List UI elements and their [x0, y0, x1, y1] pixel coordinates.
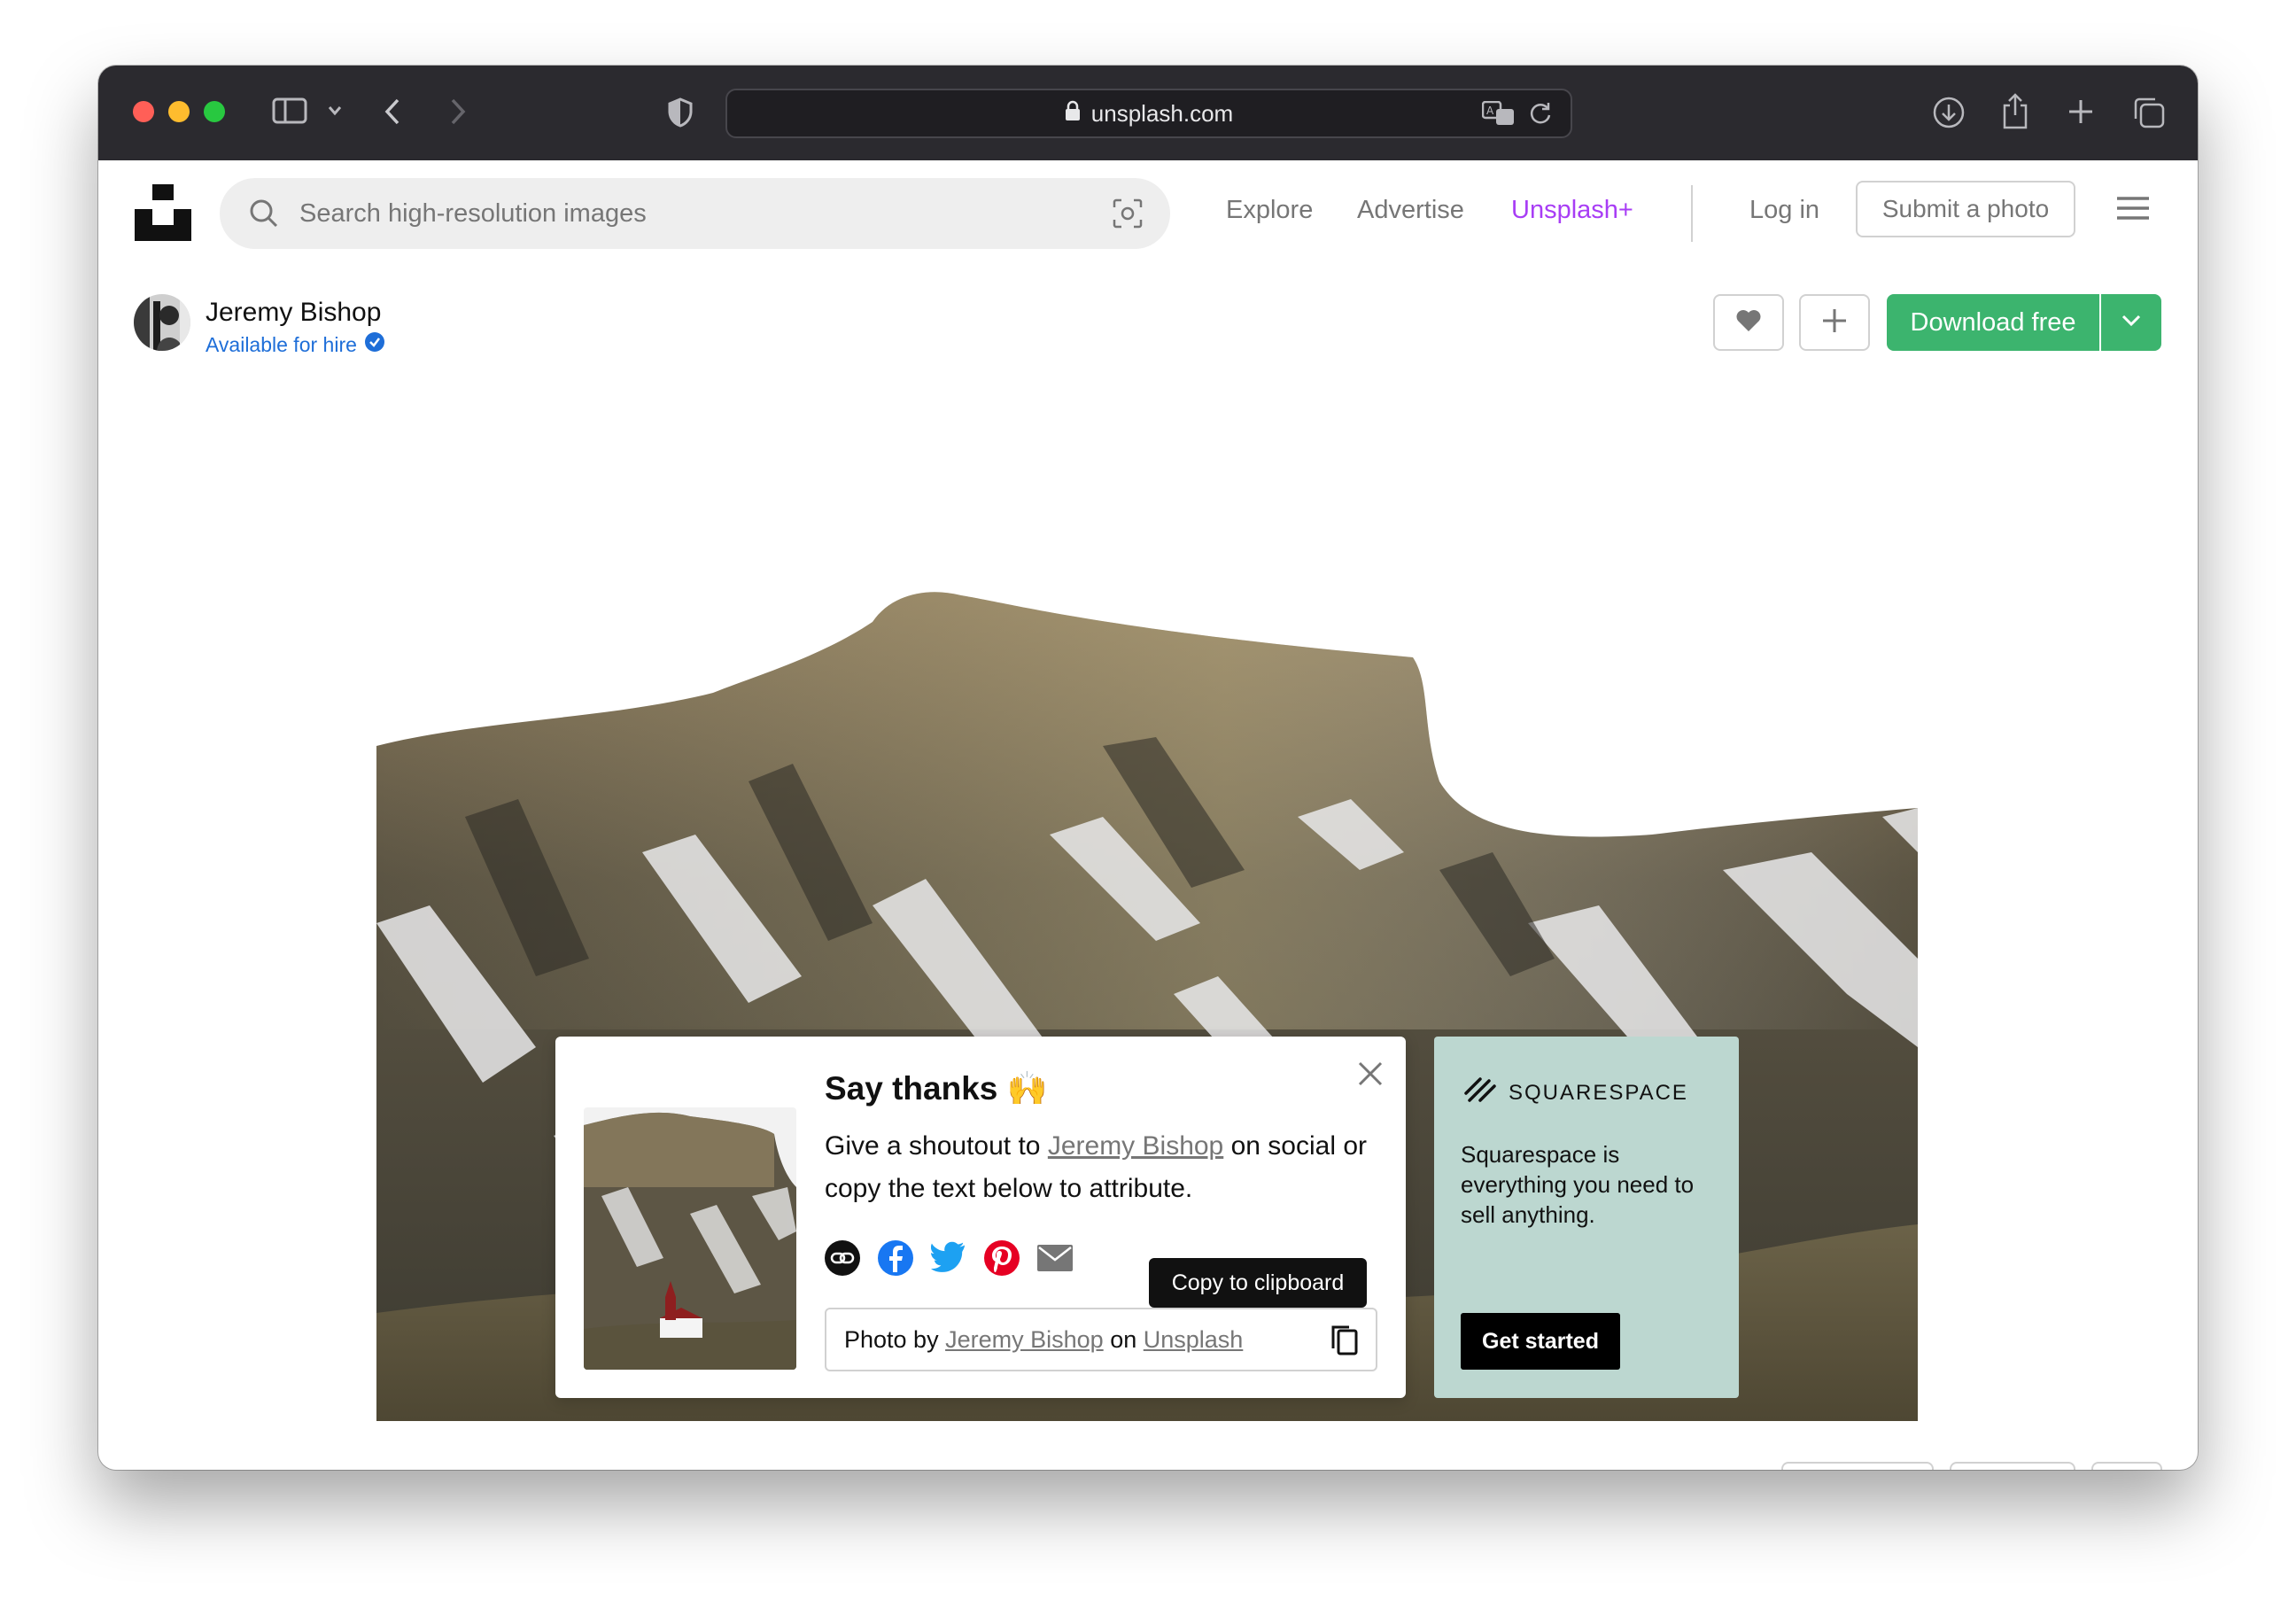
- minimize-window-button[interactable]: [168, 101, 190, 122]
- forward-arrow-icon[interactable]: [449, 97, 467, 126]
- hire-label: Available for hire: [206, 332, 357, 356]
- dialog-description: Give a shoutout to Jeremy Bishop on soci…: [825, 1131, 1367, 1203]
- unsplash-logo[interactable]: [135, 184, 191, 241]
- plus-icon: [1821, 307, 1848, 338]
- search-icon: [248, 198, 280, 234]
- new-tab-plus-icon[interactable]: [2067, 97, 2095, 126]
- nav-explore[interactable]: Explore: [1226, 196, 1313, 225]
- svg-text:A: A: [1486, 105, 1494, 117]
- address-bar[interactable]: unsplash.com A: [725, 89, 1572, 138]
- verified-badge-icon: [364, 331, 385, 358]
- back-arrow-icon[interactable]: [384, 97, 401, 126]
- close-icon[interactable]: [1356, 1060, 1385, 1092]
- download-options-button[interactable]: [2101, 294, 2161, 351]
- downloads-icon[interactable]: [1932, 96, 1966, 129]
- translate-icon[interactable]: A: [1482, 101, 1516, 126]
- browser-toolbar: unsplash.com A: [98, 66, 2198, 160]
- bottom-action-button[interactable]: [2091, 1462, 2162, 1470]
- say-thanks-dialog: Say thanks 🙌 Give a shoutout to Jeremy B…: [555, 1037, 1406, 1398]
- twitter-icon[interactable]: [929, 1239, 968, 1278]
- url-text: unsplash.com: [1090, 99, 1234, 127]
- get-started-button[interactable]: Get started: [1461, 1313, 1620, 1370]
- link-icon[interactable]: [823, 1239, 862, 1278]
- attribution-author-link[interactable]: Jeremy Bishop: [945, 1326, 1104, 1354]
- pinterest-icon[interactable]: [982, 1239, 1021, 1278]
- author-link[interactable]: Jeremy Bishop: [1048, 1131, 1223, 1161]
- chevron-down-icon[interactable]: [327, 105, 343, 117]
- ad-brand: SQUARESPACE: [1461, 1074, 1688, 1112]
- nav-unsplash-plus[interactable]: Unsplash+: [1511, 196, 1633, 225]
- squarespace-ad[interactable]: SQUARESPACE Squarespace is everything yo…: [1434, 1037, 1739, 1398]
- chevron-down-icon: [2121, 314, 2142, 332]
- sidebar-toggle-icon[interactable]: [272, 97, 307, 124]
- attribution-field[interactable]: Photo by Jeremy Bishop on Unsplash: [825, 1308, 1377, 1371]
- hamburger-menu-icon[interactable]: [2116, 196, 2150, 225]
- copy-icon[interactable]: [1330, 1324, 1360, 1363]
- dialog-title: Say thanks 🙌: [825, 1070, 1048, 1107]
- visual-search-icon[interactable]: [1112, 198, 1144, 234]
- photo-thumbnail: [584, 1107, 796, 1370]
- zoom-window-button[interactable]: [204, 101, 225, 122]
- add-to-collection-button[interactable]: [1799, 294, 1870, 351]
- bottom-action-button[interactable]: [1950, 1462, 2075, 1470]
- search-bar[interactable]: Search high-resolution images: [220, 178, 1170, 249]
- squarespace-logo-icon: [1461, 1074, 1500, 1112]
- nav-divider: [1691, 185, 1693, 242]
- ad-text: Squarespace is everything you need to se…: [1461, 1141, 1695, 1228]
- like-button[interactable]: [1713, 294, 1784, 351]
- site-header: Search high-resolution images Explore Ad…: [98, 160, 2198, 274]
- submit-photo-button[interactable]: Submit a photo: [1856, 181, 2075, 237]
- search-input[interactable]: Search high-resolution images: [299, 199, 647, 229]
- copy-tooltip: Copy to clipboard: [1149, 1258, 1367, 1308]
- nav-advertise[interactable]: Advertise: [1357, 196, 1464, 225]
- attribution-unsplash-link[interactable]: Unsplash: [1144, 1326, 1244, 1354]
- privacy-shield-icon[interactable]: [667, 97, 694, 128]
- available-for-hire-link[interactable]: Available for hire: [206, 331, 385, 358]
- tab-overview-icon[interactable]: [2132, 96, 2166, 129]
- share-icon[interactable]: [2001, 92, 2029, 129]
- close-window-button[interactable]: [133, 101, 154, 122]
- reload-icon[interactable]: [1528, 101, 1553, 126]
- bottom-action-button[interactable]: [1781, 1462, 1934, 1470]
- download-free-button[interactable]: Download free: [1887, 294, 2099, 351]
- avatar[interactable]: [134, 294, 190, 351]
- email-icon[interactable]: [1036, 1239, 1074, 1278]
- facebook-icon[interactable]: [876, 1239, 915, 1278]
- login-link[interactable]: Log in: [1749, 196, 1819, 225]
- browser-window: unsplash.com A Search high-resolution im…: [98, 66, 2198, 1470]
- author-name[interactable]: Jeremy Bishop: [206, 298, 381, 328]
- lock-icon: [1065, 100, 1081, 128]
- heart-icon: [1735, 308, 1762, 338]
